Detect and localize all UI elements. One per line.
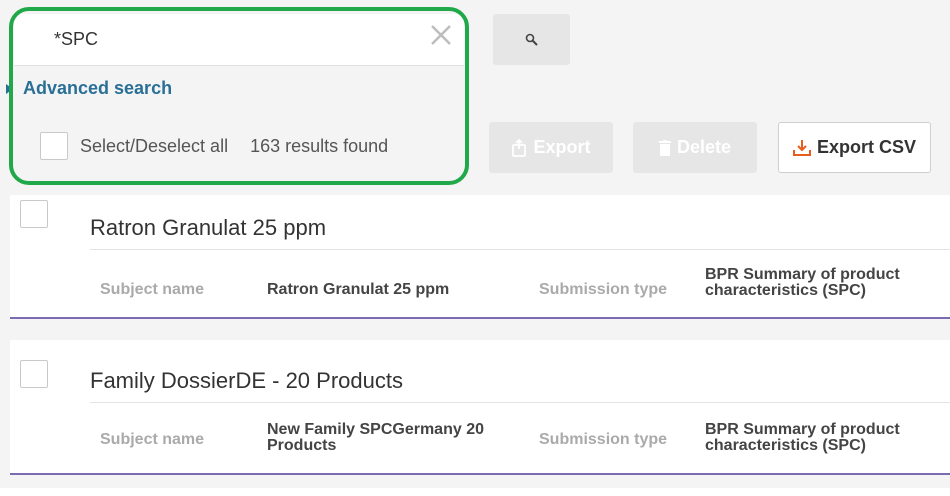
export-label: Export — [533, 137, 591, 157]
advanced-search-label: Advanced search — [23, 78, 173, 98]
export-csv-label: Export CSV — [816, 137, 917, 157]
delete-label: Delete — [676, 137, 732, 157]
next-card-edge — [0, 488, 950, 496]
submission-type-value-line2: characteristics (SPC) — [705, 282, 866, 299]
result-card[interactable]: Family DossierDE - 20 Products Subject n… — [10, 340, 950, 475]
subject-name-value-line1: New Family SPCGermany 20 — [267, 421, 484, 438]
submission-type-value-line1: BPR Summary of product — [705, 421, 900, 438]
result-title[interactable]: Family DossierDE - 20 Products — [90, 368, 403, 394]
result-card[interactable]: Ratron Granulat 25 ppm Subject name Ratr… — [10, 195, 950, 319]
delete-button[interactable]: Delete — [633, 122, 757, 173]
search-input[interactable]: *SPC — [14, 14, 464, 66]
subject-name-label: Subject name — [100, 431, 205, 448]
select-all-row: Select/Deselect all 163 results found — [40, 132, 388, 160]
download-icon — [792, 139, 811, 157]
subject-name-label: Subject name — [100, 281, 205, 298]
export-icon — [511, 138, 527, 157]
advanced-search-toggle[interactable]: Advanced search — [6, 78, 173, 99]
search-icon — [525, 33, 538, 46]
clear-icon[interactable] — [428, 22, 454, 48]
caret-right-icon — [6, 83, 13, 94]
export-button[interactable]: Export — [489, 122, 613, 173]
submission-type-value-line2: characteristics (SPC) — [705, 437, 866, 454]
export-csv-button[interactable]: Export CSV — [778, 122, 931, 173]
search-button[interactable] — [493, 14, 570, 65]
select-all-label[interactable]: Select/Deselect all — [80, 136, 228, 157]
result-checkbox[interactable] — [20, 200, 48, 228]
divider — [90, 249, 950, 250]
search-query[interactable]: *SPC — [54, 29, 98, 50]
subject-name-value-line2: Products — [267, 437, 337, 454]
submission-type-value-line1: BPR Summary of product — [705, 266, 900, 283]
subject-name-value: Ratron Granulat 25 ppm — [267, 281, 450, 298]
result-title[interactable]: Ratron Granulat 25 ppm — [90, 215, 326, 241]
submission-type-label: Submission type — [539, 281, 668, 298]
divider — [90, 402, 950, 403]
trash-icon — [658, 139, 671, 156]
results-count: 163 results found — [250, 135, 389, 156]
submission-type-label: Submission type — [539, 431, 668, 448]
result-checkbox[interactable] — [20, 360, 48, 388]
select-all-checkbox[interactable] — [40, 132, 68, 160]
